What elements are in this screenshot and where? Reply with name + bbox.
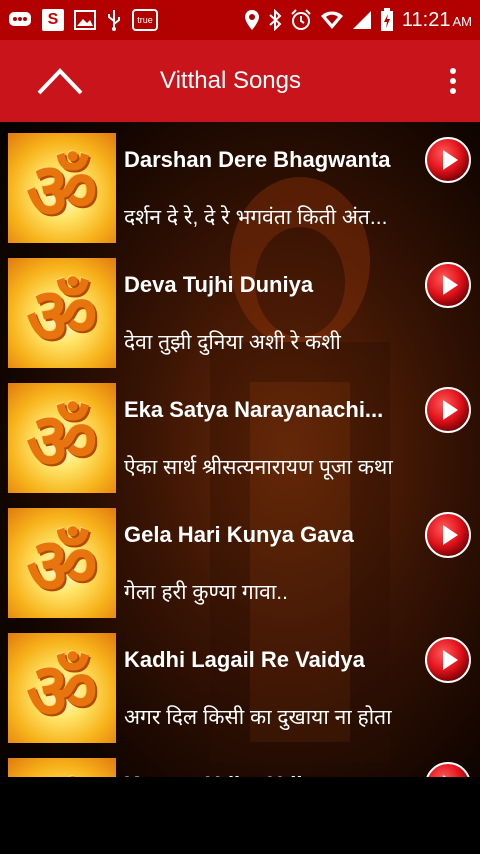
song-title: Eka Satya Narayanachi... <box>124 397 384 422</box>
om-thumbnail: ॐ <box>8 508 116 618</box>
bottom-mask <box>0 777 480 854</box>
bluetooth-icon <box>268 9 282 31</box>
om-thumbnail: ॐ <box>8 383 116 493</box>
om-icon: ॐ <box>26 147 98 237</box>
om-icon: ॐ <box>26 522 98 612</box>
om-icon: ॐ <box>26 397 98 487</box>
om-icon: ॐ <box>26 272 98 362</box>
signal-icon <box>352 10 372 30</box>
overflow-menu-button[interactable] <box>446 64 460 98</box>
up-button[interactable] <box>0 40 120 122</box>
list-item[interactable]: ॐ Gela Hari Kunya Gava गेला हरी कुण्या ग… <box>8 503 480 627</box>
play-icon[interactable] <box>424 261 472 309</box>
song-list-area[interactable]: ॐ Darshan Dere Bhagwanta दर्शन दे रे, दे… <box>0 122 480 854</box>
status-bar: S true 11:21 AM <box>0 0 480 40</box>
song-title: Kadhi Lagail Re Vaidya <box>124 647 365 672</box>
app-title: Vitthal Songs <box>160 67 301 94</box>
list-item[interactable]: ॐ Darshan Dere Bhagwanta दर्शन दे रे, दे… <box>8 128 480 252</box>
song-title: Gela Hari Kunya Gava <box>124 522 354 547</box>
song-subtitle: अगर दिल किसी का दुखाया ना होता <box>124 706 392 729</box>
chevron-up-icon <box>37 68 83 95</box>
clock: 11:21 AM <box>401 8 472 31</box>
messages-icon <box>8 10 32 30</box>
list-item[interactable]: ॐ Deva Tujhi Duniya देवा तुझी दुनिया अशी… <box>8 253 480 377</box>
om-thumbnail: ॐ <box>8 258 116 368</box>
song-title: Deva Tujhi Duniya <box>124 272 314 297</box>
alarm-icon <box>290 9 312 31</box>
song-list: ॐ Darshan Dere Bhagwanta दर्शन दे रे, दे… <box>8 128 480 854</box>
usb-icon <box>106 9 122 31</box>
song-subtitle: दर्शन दे रे, दे रे भगवंता किती अंत... <box>124 206 388 229</box>
gallery-icon <box>74 10 96 30</box>
song-subtitle: देवा तुझी दुनिया अशी रे कशी <box>124 331 341 354</box>
true-app-icon: true <box>132 9 158 31</box>
play-icon[interactable] <box>424 636 472 684</box>
song-subtitle: गेला हरी कुण्या गावा.. <box>124 581 288 604</box>
more-vert-icon <box>450 68 456 74</box>
app-bar: Vitthal Songs <box>0 40 480 122</box>
wifi-icon <box>320 10 344 30</box>
song-subtitle: ऐका सार्थ श्रीसत्यनारायण पूजा कथा <box>124 456 393 479</box>
list-item[interactable]: ॐ Eka Satya Narayanachi... ऐका सार्थ श्र… <box>8 378 480 502</box>
s-app-icon: S <box>42 9 64 31</box>
om-thumbnail: ॐ <box>8 133 116 243</box>
battery-charging-icon <box>380 8 394 32</box>
om-thumbnail: ॐ <box>8 633 116 743</box>
list-item[interactable]: ॐ Kadhi Lagail Re Vaidya अगर दिल किसी का… <box>8 628 480 752</box>
play-icon[interactable] <box>424 386 472 434</box>
song-title: Darshan Dere Bhagwanta <box>124 147 391 172</box>
location-icon <box>244 9 260 31</box>
play-icon[interactable] <box>424 511 472 559</box>
om-icon: ॐ <box>26 647 98 737</box>
play-icon[interactable] <box>424 136 472 184</box>
